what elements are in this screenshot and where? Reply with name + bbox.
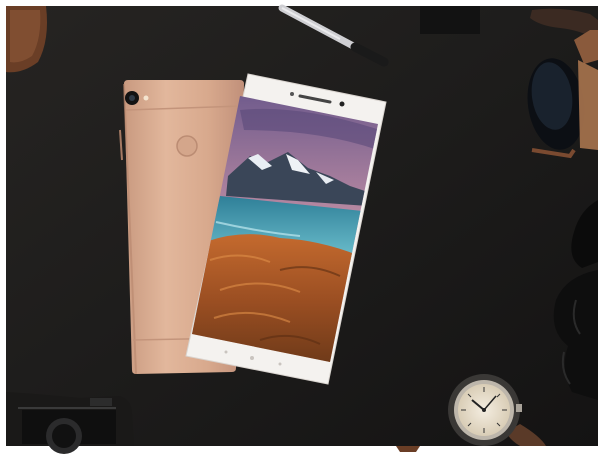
fingerprint-icon: [176, 135, 198, 157]
leather-strap: [396, 446, 420, 452]
dark-box: [420, 6, 480, 34]
photo-scene: [0, 0, 604, 460]
scene-svg: [0, 0, 604, 460]
camera-icon: [6, 392, 134, 454]
